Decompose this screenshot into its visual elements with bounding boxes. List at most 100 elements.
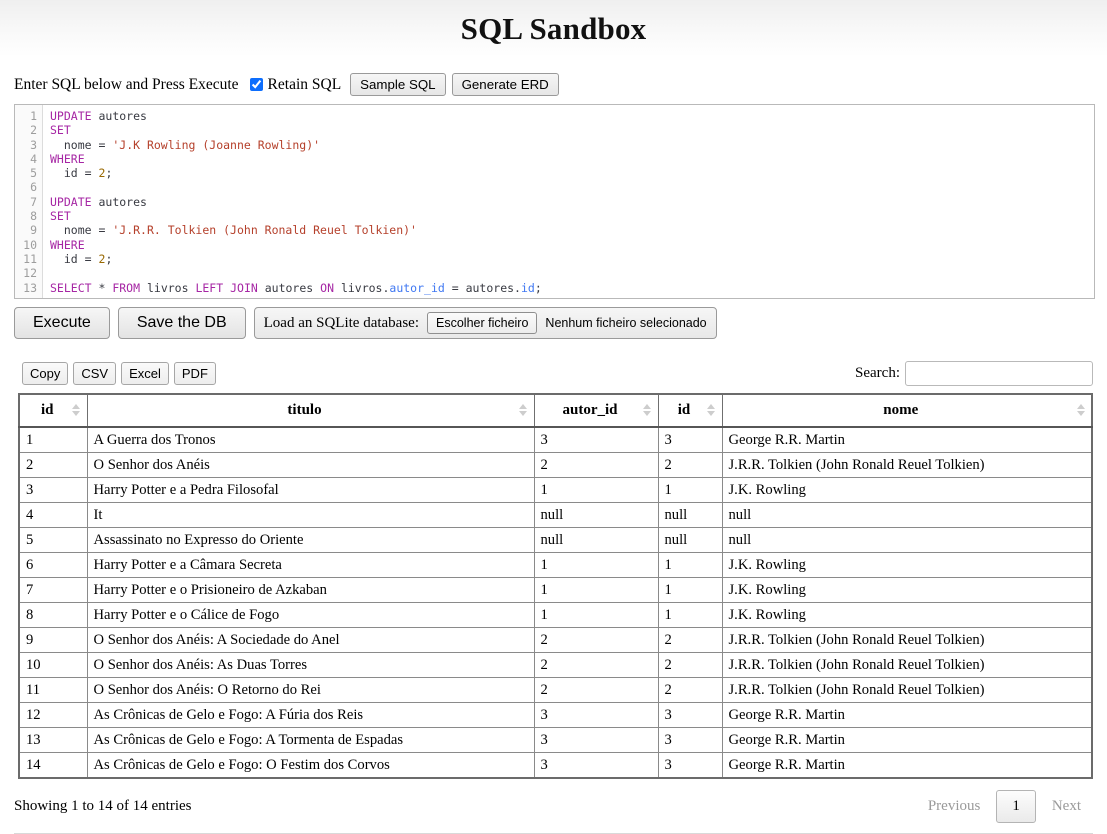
table-cell: Harry Potter e a Câmara Secreta — [86, 552, 535, 578]
code-token: = — [77, 166, 99, 181]
csv-button[interactable]: CSV — [73, 362, 117, 385]
table-cell: 2 — [533, 627, 659, 653]
code-token: 'J.K Rowling (Joanne Rowling)' — [112, 137, 321, 152]
code-line: WHERE — [50, 238, 1094, 252]
code-token: nome — [63, 223, 92, 238]
generate-erd-button[interactable]: Generate ERD — [451, 73, 559, 96]
code-token: 'J.R.R. Tolkien (John Ronald Reuel Tolki… — [112, 223, 417, 238]
load-db-label: Load an SQLite database: — [263, 314, 420, 331]
choose-file-button[interactable]: Escolher ficheiro — [427, 312, 538, 334]
sort-icon[interactable] — [519, 403, 528, 418]
table-row[interactable]: 8 Harry Potter e o Cálice de Fogo 1 1 J.K. R… — [18, 602, 1093, 628]
code-token: nome — [63, 137, 92, 152]
table-cell: null — [721, 527, 1093, 553]
code-token: UPDATE — [50, 109, 92, 123]
table-cell: 3 — [533, 752, 659, 779]
sql-hint-label: Enter SQL below and Press Execute — [14, 75, 239, 93]
pdf-button[interactable]: PDF — [173, 362, 216, 385]
sql-toolbar: Enter SQL below and Press Execute Retain… — [0, 57, 1107, 102]
table-row[interactable]: 1A Guerra dos Tronos 3 3 George R.R. Martin — [18, 426, 1093, 453]
code-token: id — [63, 251, 78, 266]
table-row[interactable]: 5 Assassinato no Expresso do Oriente null n… — [18, 527, 1093, 553]
table-cell: 2 — [657, 652, 723, 678]
excel-button[interactable]: Excel — [121, 362, 169, 385]
code-token: SET — [50, 123, 71, 138]
execute-button[interactable]: Execute — [14, 307, 110, 339]
editor-code-area[interactable]: UPDATE autores SET nome = 'J.K Rowling (J… — [43, 105, 1094, 298]
search-input[interactable] — [905, 361, 1093, 386]
retain-sql-checkbox[interactable] — [249, 78, 263, 91]
table-cell: 3 — [657, 727, 723, 753]
sort-icon[interactable] — [643, 403, 652, 418]
editor-line-numbers: 1 2 3 4 5 6 7 8 9 10 11 12 13 — [15, 105, 43, 298]
table-cell: null — [657, 502, 723, 528]
table-row[interactable]: 11 O Senhor dos Anéis: O Retorno do Rei 2 2… — [18, 677, 1093, 703]
table-row[interactable]: 13 As Crônicas de Gelo e Fogo: A Tormenta… — [18, 727, 1093, 753]
table-row[interactable]: 14 As Crônicas de Gelo e Fogo: O Festim d… — [18, 752, 1093, 779]
table-row[interactable]: 2O Senhor dos Anéis 2 2 J.R.R. Tolkien (Joh… — [18, 452, 1093, 478]
line-number: 9 — [30, 223, 37, 238]
column-header-id-2[interactable]: id — [657, 393, 723, 428]
table-cell: Assassinato no Expresso do Oriente — [86, 527, 535, 553]
code-token: = — [91, 223, 113, 238]
code-token: * — [91, 280, 113, 295]
code-token: JOIN — [230, 280, 258, 295]
datatable-controls: Copy CSV Excel PDF Search: — [0, 339, 1107, 393]
table-cell: O Senhor dos Anéis: As Duas Torres — [86, 652, 535, 678]
line-number: 13 — [23, 280, 37, 295]
column-header-label: autor_id — [562, 402, 618, 418]
table-cell: 1 — [657, 477, 723, 503]
datatable-footer: Showing 1 to 14 of 14 entries Previous 1… — [0, 779, 1107, 823]
table-cell: J.R.R. Tolkien (John Ronald Reuel Tolkie… — [721, 677, 1093, 703]
copy-button[interactable]: Copy — [22, 362, 69, 385]
table-cell: Harry Potter e o Prisioneiro de Azkaban — [86, 577, 535, 603]
sql-editor[interactable]: 1 2 3 4 5 6 7 8 9 10 11 12 13 UPDATE autores SET nome… — [14, 104, 1095, 299]
code-token: autores — [264, 280, 314, 295]
line-number: 7 — [30, 194, 37, 209]
save-db-button[interactable]: Save the DB — [117, 307, 246, 339]
search-label: Search: — [855, 365, 900, 381]
sort-icon[interactable] — [72, 403, 81, 418]
sort-icon[interactable] — [707, 403, 716, 418]
table-cell: George R.R. Martin — [721, 752, 1093, 779]
pagination: Previous 1 Next — [916, 790, 1093, 823]
table-cell: 3 — [533, 702, 659, 728]
column-header-titulo[interactable]: titulo — [86, 393, 535, 428]
table-row[interactable]: 12 As Crônicas de Gelo e Fogo: A Fúria do… — [18, 702, 1093, 728]
column-header-id-1[interactable]: id — [18, 393, 88, 428]
code-token: ; — [105, 166, 113, 181]
table-cell: J.R.R. Tolkien (John Ronald Reuel Tolkie… — [721, 627, 1093, 653]
code-token: livros — [146, 280, 189, 295]
line-number: 6 — [30, 180, 37, 195]
table-row[interactable]: 6 Harry Potter e a Câmara Secreta 1 1 J.K. R… — [18, 552, 1093, 578]
load-db-field[interactable]: Load an SQLite database: Escolher fichei… — [253, 307, 717, 339]
table-cell: O Senhor dos Anéis: A Sociedade do Anel — [86, 627, 535, 653]
sort-icon[interactable] — [1076, 403, 1085, 418]
table-row[interactable]: 9O Senhor dos Anéis: A Sociedade do Anel… — [18, 627, 1093, 653]
page-1-button[interactable]: 1 — [996, 790, 1036, 823]
column-header-nome[interactable]: nome — [721, 393, 1093, 428]
table-row[interactable]: 10 O Senhor dos Anéis: As Duas Torres 2 2 J.… — [18, 652, 1093, 678]
code-token: ; — [534, 280, 542, 295]
code-token: SELECT — [50, 280, 92, 295]
table-cell: 1 — [657, 552, 723, 578]
table-body: 1A Guerra dos Tronos 3 3 George R.R. Martin… — [18, 426, 1093, 779]
table-cell: As Crônicas de Gelo e Fogo: A Tormenta d… — [86, 727, 535, 753]
table-cell: It — [86, 502, 535, 528]
retain-sql-label: Retain SQL — [267, 75, 342, 93]
page-banner: SQL Sandbox — [0, 0, 1107, 57]
sample-sql-button[interactable]: Sample SQL — [350, 73, 446, 96]
table-cell: O Senhor dos Anéis: O Retorno do Rei — [86, 677, 535, 703]
code-line: id = 2; — [50, 252, 1094, 266]
table-row[interactable]: 7 Harry Potter e o Prisioneiro de Azkaban… — [18, 577, 1093, 603]
table-row[interactable]: 3 Harry Potter e a Pedra Filosofal 1 1 J.K. … — [18, 477, 1093, 503]
column-header-autor-id[interactable]: autor_id — [533, 393, 659, 428]
table-row[interactable]: 4 It null null null — [18, 502, 1093, 528]
export-buttons: Copy CSV Excel PDF — [22, 362, 216, 385]
line-number: 2 — [30, 123, 37, 138]
table-cell: 2 — [657, 677, 723, 703]
